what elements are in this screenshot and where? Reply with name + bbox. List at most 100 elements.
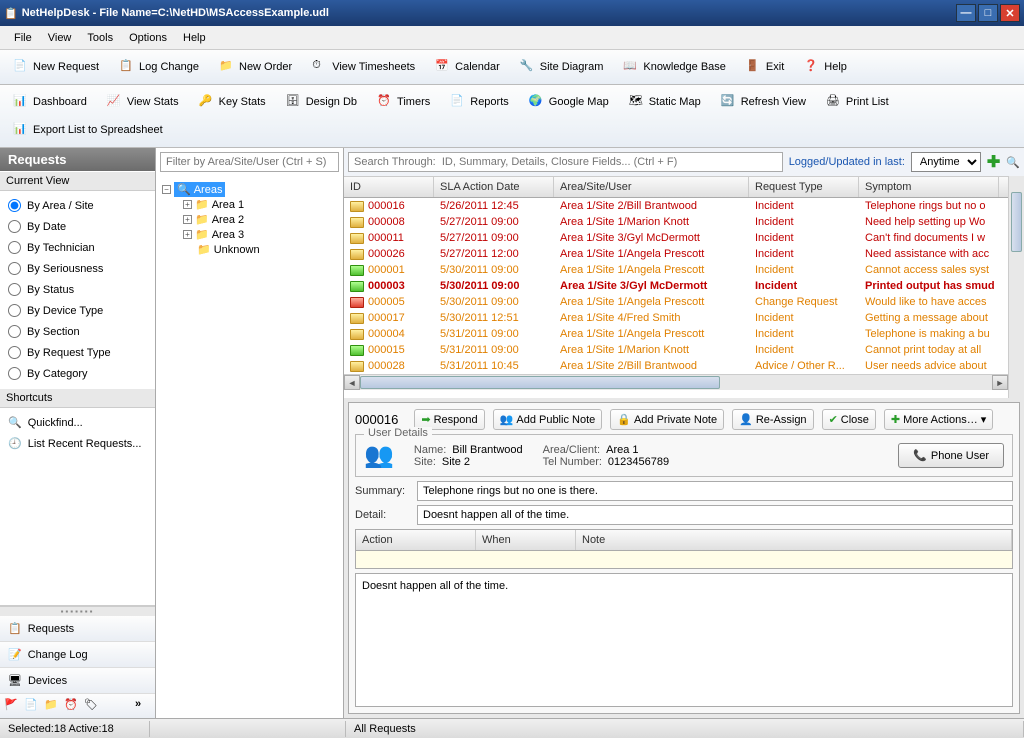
view-by-technician[interactable]: By Technician	[4, 237, 151, 258]
table-row[interactable]: 0000175/30/2011 12:51Area 1/Site 4/Fred …	[344, 310, 1008, 326]
view-by-area-site[interactable]: By Area / Site	[4, 195, 151, 216]
col-id[interactable]: ID	[344, 177, 434, 197]
reassign-button[interactable]: 👤Re-Assign	[732, 409, 813, 430]
table-row[interactable]: 0000115/27/2011 09:00Area 1/Site 3/Gyl M…	[344, 230, 1008, 246]
tree-root-areas[interactable]: 🔍Areas	[174, 182, 225, 197]
nav-requests[interactable]: 📋Requests	[0, 616, 155, 642]
new-order-button[interactable]: 📁New Order	[210, 54, 301, 80]
reports-button[interactable]: 📄Reports	[441, 89, 518, 115]
site-diagram-button[interactable]: 🔧Site Diagram	[511, 54, 613, 80]
quickfind-shortcut[interactable]: 🔍Quickfind...	[4, 412, 151, 433]
table-row[interactable]: 0000035/30/2011 09:00Area 1/Site 3/Gyl M…	[344, 278, 1008, 294]
menu-tools[interactable]: Tools	[79, 29, 121, 47]
view-by-request-type[interactable]: By Request Type	[4, 342, 151, 363]
log-change-button[interactable]: 📋Log Change	[110, 54, 208, 80]
view-by-section[interactable]: By Section	[4, 321, 151, 342]
nav-devices[interactable]: 🖥Devices	[0, 668, 155, 694]
detail-textarea[interactable]: Doesnt happen all of the time.	[355, 573, 1013, 707]
phone-user-button[interactable]: 📞Phone User	[898, 443, 1004, 468]
tree-item-area1[interactable]: +📁Area 1	[180, 197, 337, 212]
close-button[interactable]: ✕	[1000, 4, 1020, 22]
collapse-icon[interactable]: −	[162, 185, 171, 194]
menu-view[interactable]: View	[40, 29, 80, 47]
tree-filter-input[interactable]	[160, 152, 339, 172]
flag-icon[interactable]: 🚩	[4, 698, 20, 714]
expand-icon[interactable]: »	[135, 698, 151, 714]
help-button[interactable]: ❓Help	[795, 54, 856, 80]
view-by-date[interactable]: By Date	[4, 216, 151, 237]
design-db-button[interactable]: 🗄Design Db	[277, 89, 366, 115]
print-list-button[interactable]: 🖨Print List	[817, 89, 898, 115]
expand-icon[interactable]: +	[183, 200, 192, 209]
view-by-status[interactable]: By Status	[4, 279, 151, 300]
alarm-icon[interactable]: ⏰	[64, 698, 80, 714]
table-row[interactable]: 0000015/30/2011 09:00Area 1/Site 1/Angel…	[344, 262, 1008, 278]
add-public-note-button[interactable]: 👥Add Public Note	[493, 409, 603, 430]
timers-button[interactable]: ⏰Timers	[368, 89, 439, 115]
search-icon[interactable]: 🔍	[1006, 156, 1020, 169]
col-action[interactable]: Action	[356, 530, 476, 550]
tree-item-area2[interactable]: +📁Area 2	[180, 212, 337, 227]
new-request-button[interactable]: 📄New Request	[4, 54, 108, 80]
table-row[interactable]: 0000265/27/2011 12:00Area 1/Site 1/Angel…	[344, 246, 1008, 262]
menu-file[interactable]: File	[6, 29, 40, 47]
close-request-button[interactable]: ✔Close	[822, 409, 876, 430]
col-when[interactable]: When	[476, 530, 576, 550]
view-timesheets-button[interactable]: ⏱View Timesheets	[303, 54, 424, 80]
col-note[interactable]: Note	[576, 530, 1012, 550]
folder-icon	[350, 233, 364, 244]
refresh-view-button[interactable]: 🔄Refresh View	[712, 89, 815, 115]
google-map-button[interactable]: 🌍Google Map	[520, 89, 618, 115]
calendar-button[interactable]: 📅Calendar	[426, 54, 509, 80]
expand-icon[interactable]: +	[183, 230, 192, 239]
folder-icon[interactable]: 📁	[44, 698, 60, 714]
table-row[interactable]: 0000045/31/2011 09:00Area 1/Site 1/Angel…	[344, 326, 1008, 342]
hscroll-thumb[interactable]	[360, 376, 720, 389]
view-by-category[interactable]: By Category	[4, 363, 151, 384]
table-row[interactable]: 0000085/27/2011 09:00Area 1/Site 1/Mario…	[344, 214, 1008, 230]
table-row[interactable]: 0000155/31/2011 09:00Area 1/Site 1/Mario…	[344, 342, 1008, 358]
tag-icon[interactable]: 🏷	[84, 698, 100, 714]
key-stats-button[interactable]: 🔑Key Stats	[190, 89, 275, 115]
add-private-note-button[interactable]: 🔒Add Private Note	[610, 409, 724, 430]
col-symptom[interactable]: Symptom	[859, 177, 999, 197]
time-range-dropdown[interactable]: Anytime	[911, 152, 981, 172]
maximize-button[interactable]: □	[978, 4, 998, 22]
more-actions-button[interactable]: ✚More Actions…▾	[884, 409, 993, 430]
logged-updated-link[interactable]: Logged/Updated in last:	[789, 156, 905, 168]
view-stats-button[interactable]: 📈View Stats	[98, 89, 188, 115]
menu-options[interactable]: Options	[121, 29, 175, 47]
action-grid-body[interactable]	[355, 551, 1013, 569]
scroll-right-button[interactable]: ►	[992, 375, 1008, 390]
view-by-device-type[interactable]: By Device Type	[4, 300, 151, 321]
horizontal-scrollbar[interactable]: ◄ ►	[344, 374, 1008, 390]
exit-button[interactable]: 🚪Exit	[737, 54, 793, 80]
note-icon[interactable]: 📄	[24, 698, 40, 714]
col-type[interactable]: Request Type	[749, 177, 859, 197]
add-icon[interactable]: ✚	[987, 152, 1000, 172]
col-sla-date[interactable]: SLA Action Date	[434, 177, 554, 197]
tree-item-area3[interactable]: +📁Area 3	[180, 227, 337, 242]
vertical-scrollbar[interactable]	[1008, 176, 1024, 398]
tree-item-unknown[interactable]: 📁Unknown	[180, 242, 337, 257]
export-button[interactable]: 📊Export List to Spreadsheet	[4, 117, 172, 143]
table-row[interactable]: 0000055/30/2011 09:00Area 1/Site 1/Angel…	[344, 294, 1008, 310]
detail-value[interactable]: Doesnt happen all of the time.	[417, 505, 1013, 525]
dashboard-button[interactable]: 📊Dashboard	[4, 89, 96, 115]
expand-icon[interactable]: +	[183, 215, 192, 224]
vscroll-thumb[interactable]	[1011, 192, 1022, 252]
nav-change-log[interactable]: 📝Change Log	[0, 642, 155, 668]
recent-requests-shortcut[interactable]: 🕘List Recent Requests...	[4, 433, 151, 454]
summary-value[interactable]: Telephone rings but no one is there.	[417, 481, 1013, 501]
minimize-button[interactable]: —	[956, 4, 976, 22]
table-row[interactable]: 0000285/31/2011 10:45Area 1/Site 2/Bill …	[344, 358, 1008, 374]
knowledge-base-button[interactable]: 📖Knowledge Base	[614, 54, 735, 80]
col-area[interactable]: Area/Site/User	[554, 177, 749, 197]
static-map-button[interactable]: 🗺Static Map	[620, 89, 710, 115]
drag-handle[interactable]: ▪▪▪▪▪▪▪	[0, 606, 155, 616]
search-input[interactable]	[348, 152, 783, 172]
scroll-left-button[interactable]: ◄	[344, 375, 360, 390]
table-row[interactable]: 0000165/26/2011 12:45Area 1/Site 2/Bill …	[344, 198, 1008, 214]
view-by-seriousness[interactable]: By Seriousness	[4, 258, 151, 279]
menu-help[interactable]: Help	[175, 29, 214, 47]
